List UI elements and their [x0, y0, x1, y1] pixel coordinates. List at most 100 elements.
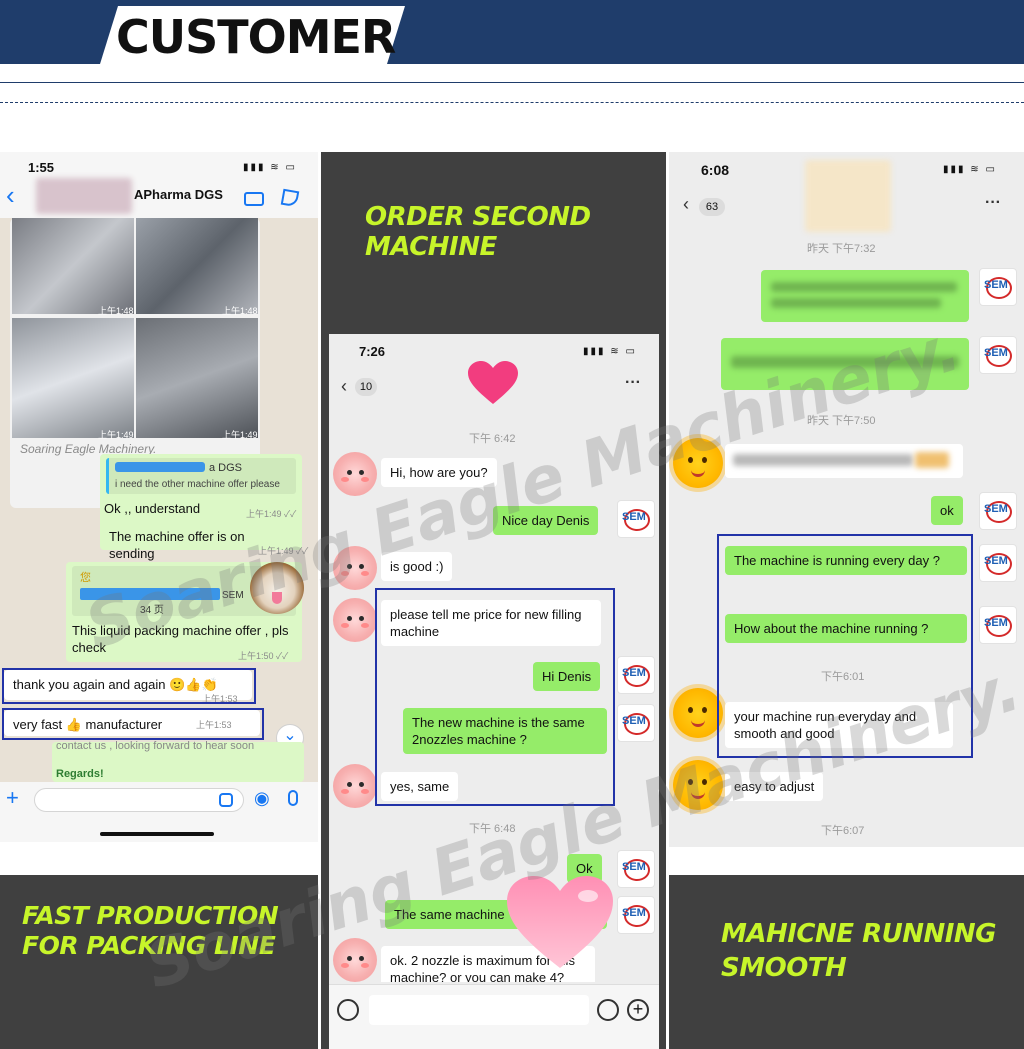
- sem-avatar-label: SEM: [622, 511, 646, 523]
- message-text: Regards!: [56, 768, 104, 780]
- message-input[interactable]: [34, 788, 244, 812]
- sem-avatar[interactable]: SEM: [617, 896, 655, 934]
- sem-avatar[interactable]: SEM: [979, 606, 1017, 644]
- status-icons: ▮▮▮ ≋ ▭: [243, 162, 297, 173]
- input-bar: +: [329, 984, 659, 1049]
- highlight-box: [717, 534, 973, 758]
- wechat-screenshot-right: 6:08 ▮▮▮ ≋ ▭ ‹ 63 ··· 昨天 下午7:32 SEM SEM …: [669, 152, 1024, 847]
- promo-text: MAHICNE RUNNING SMOOTH: [721, 919, 997, 983]
- sem-avatar[interactable]: SEM: [617, 850, 655, 888]
- document-ext: SEM: [222, 590, 244, 601]
- emoji-icon[interactable]: [597, 999, 619, 1021]
- customer-avatar[interactable]: [333, 938, 377, 982]
- time-label: 下午6:07: [821, 825, 865, 837]
- redacted-text: [771, 282, 957, 292]
- time-label: 下午 6:48: [469, 823, 516, 835]
- highlight-box: [2, 708, 264, 740]
- message-bubble[interactable]: is good :): [381, 552, 453, 581]
- message-bubble[interactable]: Nice day Denis: [493, 506, 599, 535]
- status-time: 1:55: [28, 160, 55, 175]
- message-text: The machine offer is on sending: [109, 529, 245, 561]
- promo-text: FAST PRODUCTION FOR PACKING LINE: [22, 901, 279, 960]
- sem-avatar-label: SEM: [622, 715, 646, 727]
- message-time: 上午1:50 ✓✓: [238, 651, 289, 661]
- sem-avatar-label: SEM: [622, 861, 646, 873]
- microphone-icon[interactable]: [288, 790, 298, 806]
- message-bubble[interactable]: Hi, how are you?: [381, 458, 497, 487]
- redacted-emoji: [915, 452, 949, 468]
- message-input[interactable]: [369, 995, 589, 1025]
- customer-sun-avatar[interactable]: [673, 438, 723, 488]
- home-indicator: [100, 832, 214, 836]
- customer-sun-avatar[interactable]: [673, 760, 723, 810]
- photo-thumb[interactable]: [12, 218, 134, 314]
- header-divider: [0, 82, 1024, 83]
- photo-thumb[interactable]: [136, 218, 258, 314]
- chat-name[interactable]: APharma DGS: [134, 187, 223, 202]
- customer-avatar[interactable]: [333, 452, 377, 496]
- sem-avatar-label: SEM: [984, 555, 1008, 567]
- page-title: CUSTOMER: [116, 10, 396, 64]
- sem-avatar-label: SEM: [622, 667, 646, 679]
- photo-time: 上午1:49: [222, 430, 258, 440]
- status-time: 6:08: [701, 162, 730, 178]
- sticker-icon[interactable]: [219, 793, 233, 807]
- sem-avatar-label: SEM: [622, 907, 646, 919]
- photo-time: 上午1:49: [98, 430, 134, 440]
- video-call-icon[interactable]: [244, 192, 264, 206]
- whatsapp-screenshot: 1:55 ▮▮▮ ≋ ▭ ‹ APharma DGS 上午1:48 上午1:48…: [0, 152, 318, 842]
- attach-plus-icon[interactable]: +: [6, 786, 19, 810]
- document-name-redacted: [80, 588, 220, 600]
- message-bubble[interactable]: easy to adjust: [725, 772, 824, 801]
- dog-sticker-icon: [250, 562, 304, 614]
- sem-avatar[interactable]: SEM: [979, 336, 1017, 374]
- contact-name-redacted: [805, 160, 891, 232]
- sem-avatar-label: SEM: [984, 279, 1008, 291]
- promo-running-smooth: MAHICNE RUNNING SMOOTH: [669, 875, 1024, 1049]
- message-bubble-redacted[interactable]: [761, 270, 969, 322]
- customer-sun-avatar[interactable]: [673, 688, 723, 738]
- message-text-partial: contact us , looking forward to hear soo…: [56, 740, 255, 752]
- message-bubble[interactable]: ok: [931, 496, 963, 525]
- message-time: 上午1:49 ✓✓: [246, 509, 297, 519]
- customer-avatar[interactable]: [333, 546, 377, 590]
- heart-icon: [468, 361, 518, 404]
- voice-icon[interactable]: [337, 999, 359, 1021]
- sem-avatar[interactable]: SEM: [979, 268, 1017, 306]
- customer-avatar[interactable]: [333, 764, 377, 808]
- sem-avatar[interactable]: SEM: [617, 500, 655, 538]
- message-text: Ok ,, understand: [104, 501, 201, 516]
- document-pages: 34 页: [140, 605, 164, 616]
- photo-thumb[interactable]: [136, 318, 258, 438]
- header-banner: CUSTOMER: [0, 0, 1024, 64]
- back-icon[interactable]: ‹: [6, 182, 15, 208]
- quoted-text: i need the other machine offer please: [115, 479, 280, 490]
- photo-time: 上午1:48: [222, 306, 258, 316]
- sem-avatar-label: SEM: [984, 617, 1008, 629]
- photo-thumb[interactable]: [12, 318, 134, 438]
- back-chevron-icon[interactable]: ‹: [683, 194, 689, 215]
- time-label: 下午 6:42: [469, 433, 516, 445]
- camera-icon[interactable]: ◉: [254, 788, 270, 809]
- back-chevron-icon[interactable]: ‹: [341, 376, 347, 397]
- time-label: 昨天 下午7:50: [807, 415, 876, 427]
- promo-order-second: ORDER SECOND MACHINE: [321, 152, 666, 324]
- sem-avatar[interactable]: SEM: [617, 656, 655, 694]
- quoted-name-redacted: [115, 462, 205, 472]
- message-bubble-redacted[interactable]: [725, 444, 963, 478]
- more-icon[interactable]: ···: [985, 194, 1001, 212]
- add-icon[interactable]: +: [627, 999, 649, 1021]
- sem-avatar[interactable]: SEM: [979, 492, 1017, 530]
- redacted-text: [771, 298, 941, 308]
- promo-text: ORDER SECOND MACHINE: [365, 202, 591, 262]
- message-bubble-redacted[interactable]: [721, 338, 969, 390]
- highlight-box: [375, 588, 615, 806]
- sem-avatar[interactable]: SEM: [617, 704, 655, 742]
- sem-avatar[interactable]: SEM: [979, 544, 1017, 582]
- promo-fast-production: FAST PRODUCTION FOR PACKING LINE: [0, 875, 318, 1049]
- customer-avatar[interactable]: [333, 598, 377, 642]
- heart-icon: [507, 876, 613, 968]
- sem-avatar-label: SEM: [984, 347, 1008, 359]
- message-bubble[interactable]: contact us , looking forward to hear soo…: [52, 740, 304, 782]
- more-icon[interactable]: ···: [625, 374, 641, 392]
